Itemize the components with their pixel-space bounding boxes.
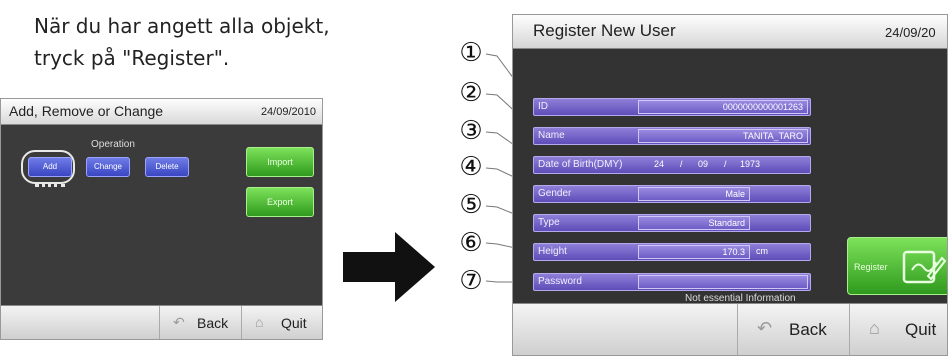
- type-label: Type: [538, 217, 560, 228]
- back-arrow-icon: ↶: [757, 318, 773, 338]
- dob-month[interactable]: 09: [698, 159, 708, 169]
- register-pen-icon: [902, 250, 946, 284]
- callout-3: ③: [459, 116, 483, 146]
- footer-separator: [159, 306, 160, 339]
- house-icon: ⌂: [869, 318, 880, 338]
- instruction-line-1: När du har angett alla objekt,: [34, 14, 330, 38]
- export-button[interactable]: Export: [246, 187, 314, 217]
- callout-2: ②: [459, 78, 483, 108]
- back-button[interactable]: Back: [789, 320, 827, 340]
- callout-7: ⑦: [459, 266, 483, 296]
- house-icon: ⌂: [255, 314, 264, 330]
- small-screen-date: 24/09/2010: [260, 106, 316, 118]
- small-screen-footer: ↶ Back ⌂ Quit: [1, 305, 322, 339]
- delete-button[interactable]: Delete: [145, 157, 189, 177]
- password-label: Password: [538, 276, 582, 287]
- back-button[interactable]: Back: [197, 315, 228, 331]
- change-button[interactable]: Change: [86, 157, 130, 177]
- password-value[interactable]: [638, 275, 808, 289]
- id-field[interactable]: ID 0000000000001263: [533, 98, 811, 116]
- add-remove-change-screen: Add, Remove or Change 24/09/2010 Operati…: [0, 98, 323, 340]
- name-label: Name: [538, 130, 565, 141]
- callout-1: ①: [459, 38, 483, 68]
- dob-year[interactable]: 1973: [740, 159, 760, 169]
- footer-separator: [737, 304, 738, 355]
- operation-label: Operation: [91, 139, 135, 150]
- height-value[interactable]: 170.3: [638, 245, 750, 259]
- type-value[interactable]: Standard: [638, 216, 750, 230]
- instruction-line-2: tryck på "Register".: [34, 46, 230, 70]
- id-value[interactable]: 0000000000001263: [638, 100, 808, 114]
- footer-separator: [241, 306, 242, 339]
- quit-button[interactable]: Quit: [905, 320, 936, 340]
- quit-button[interactable]: Quit: [281, 315, 307, 331]
- dob-label: Date of Birth(DMY): [538, 159, 623, 170]
- add-button[interactable]: Add: [28, 157, 72, 177]
- add-highlight-dots: [35, 184, 65, 187]
- gender-label: Gender: [538, 188, 572, 199]
- footer-separator: [849, 304, 850, 355]
- id-label: ID: [538, 101, 548, 112]
- small-screen-header: Add, Remove or Change 24/09/2010: [1, 99, 322, 125]
- back-arrow-icon: ↶: [173, 314, 185, 330]
- type-field[interactable]: Type Standard: [533, 214, 811, 232]
- register-new-user-screen: Register New User 24/09/20 ID 0000000000…: [512, 14, 948, 356]
- dob-separator: /: [724, 159, 727, 169]
- name-value[interactable]: TANITA_TARO: [638, 129, 808, 143]
- height-field[interactable]: Height 170.3 cm: [533, 243, 811, 261]
- height-label: Height: [538, 246, 567, 257]
- callout-5: ⑤: [459, 190, 483, 220]
- gender-value[interactable]: Male: [638, 187, 750, 201]
- register-button[interactable]: Register: [847, 237, 947, 295]
- import-button[interactable]: Import: [246, 147, 314, 177]
- password-field[interactable]: Password: [533, 273, 811, 291]
- callout-6: ⑥: [459, 228, 483, 258]
- gender-field[interactable]: Gender Male: [533, 185, 811, 203]
- big-screen-footer: ↶ Back ⌂ Quit: [513, 303, 947, 355]
- register-label: Register: [854, 262, 888, 272]
- name-field[interactable]: Name TANITA_TARO: [533, 127, 811, 145]
- big-screen-title: Register New User: [533, 21, 676, 40]
- right-arrow-icon: [343, 232, 435, 302]
- big-screen-date: 24/09/20: [885, 25, 936, 40]
- small-screen-title: Add, Remove or Change: [9, 103, 164, 119]
- dob-separator: /: [680, 159, 683, 169]
- date-of-birth-field[interactable]: Date of Birth(DMY) 24 / 09 / 1973: [533, 156, 811, 174]
- dob-day[interactable]: 24: [654, 159, 664, 169]
- big-screen-header: Register New User 24/09/20: [513, 15, 947, 49]
- height-unit: cm: [756, 246, 768, 256]
- callout-4: ④: [459, 152, 483, 182]
- instruction-text: När du har angett alla objekt, tryck på …: [34, 10, 330, 74]
